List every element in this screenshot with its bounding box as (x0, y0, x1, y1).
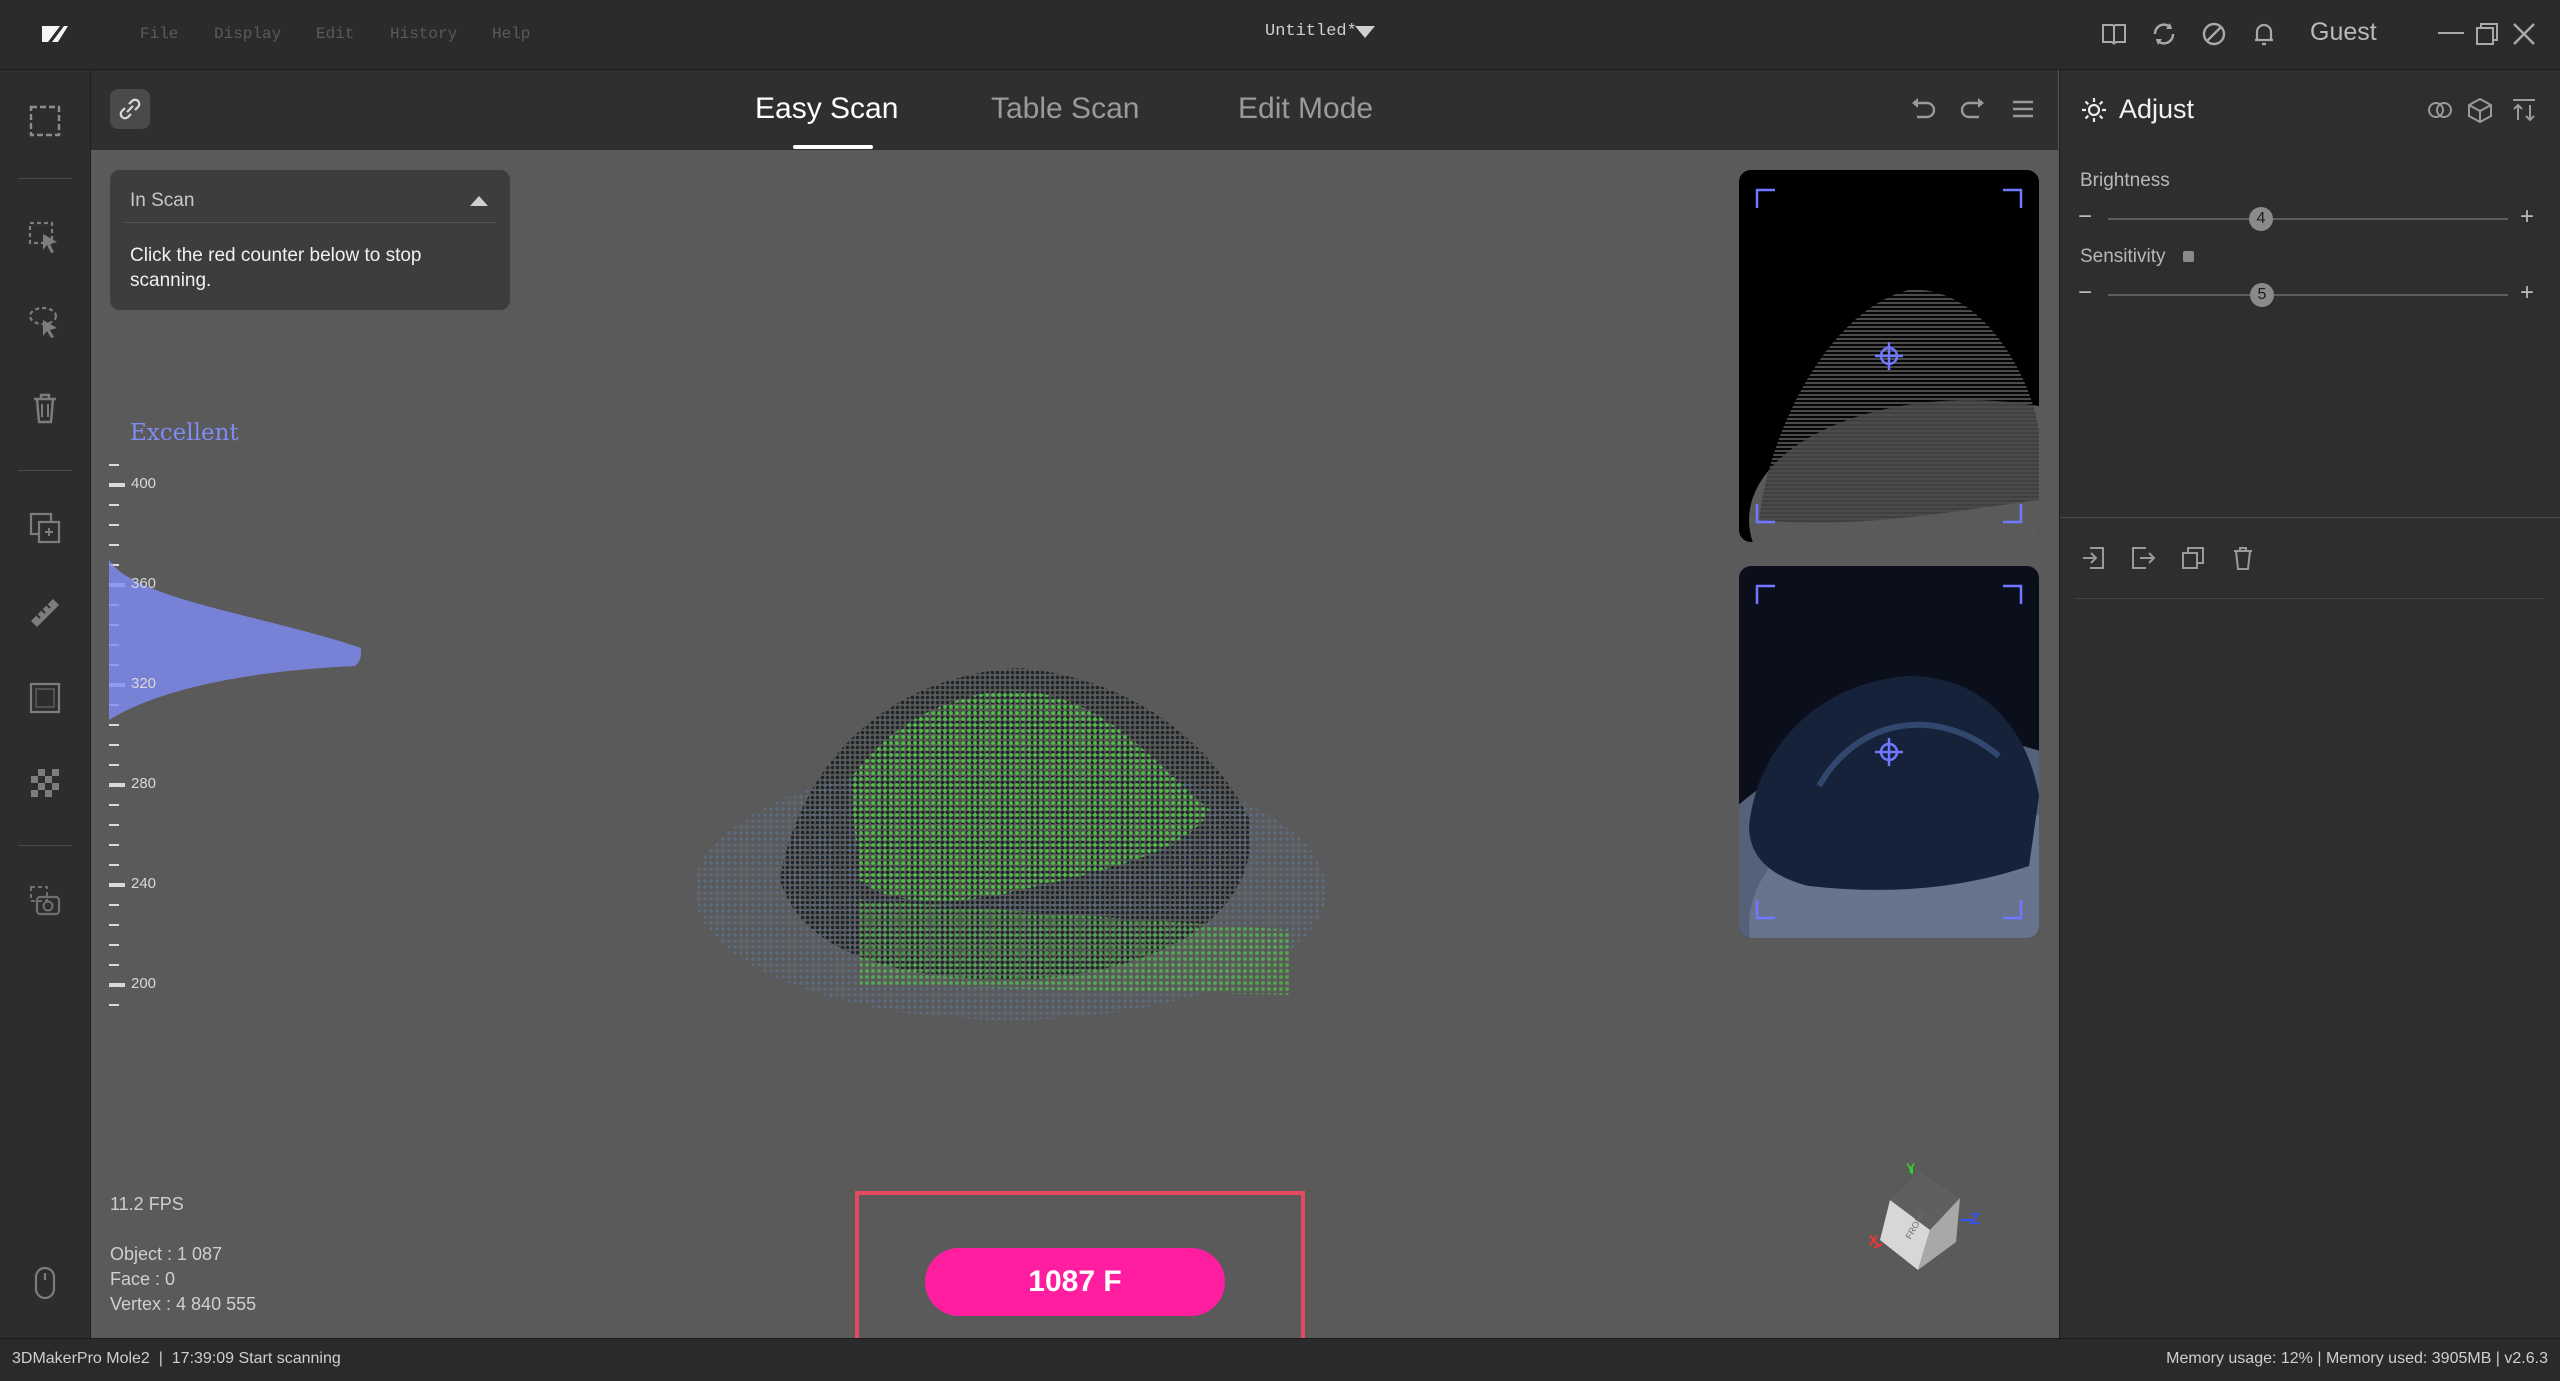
checker-icon[interactable] (27, 765, 63, 801)
rings-icon[interactable] (2426, 96, 2454, 124)
sensitivity-slider[interactable] (2108, 294, 2508, 296)
minimize-icon[interactable] (2438, 32, 2464, 34)
select-pointer-icon[interactable] (27, 220, 63, 256)
toolbar-divider (18, 470, 72, 471)
minus-icon[interactable]: − (2078, 279, 2092, 307)
layers-icon[interactable] (27, 510, 63, 546)
active-tab-indicator (793, 145, 873, 149)
axis-x-label: X (1869, 1232, 1879, 1248)
select-rect-icon[interactable] (27, 103, 63, 139)
sun-icon (2080, 96, 2108, 124)
document-title: Untitled* (1265, 22, 1357, 41)
gauge-tick-label: 360 (131, 575, 157, 592)
object-count: Object : 1 087 (110, 1244, 223, 1264)
export-icon[interactable] (2130, 545, 2156, 571)
ruler-icon[interactable] (27, 595, 63, 631)
menu-help[interactable]: Help (492, 25, 530, 43)
divider (125, 222, 495, 223)
plus-icon[interactable]: + (2520, 279, 2534, 307)
vertex-count: Vertex : 4 840 555 (110, 1294, 257, 1314)
distance-gauge (105, 460, 365, 1020)
scan-status-title: In Scan (130, 190, 195, 211)
axis-y-label: Y (1906, 1160, 1916, 1176)
cube-icon[interactable] (2466, 96, 2494, 124)
divider (2060, 517, 2560, 518)
toolbar-divider (18, 845, 72, 846)
gauge-tick-label: 400 (131, 475, 157, 492)
camera-preview-texture (1739, 170, 2039, 542)
collapse-icon[interactable] (470, 194, 488, 206)
menu-icon[interactable] (2008, 94, 2038, 124)
delete-icon[interactable] (2230, 545, 2256, 571)
mouse-icon[interactable] (27, 1265, 63, 1301)
camera-icon[interactable] (27, 883, 63, 919)
face-count: Face : 0 (110, 1269, 176, 1289)
camera-preview-depth (1739, 566, 2039, 938)
sort-icon[interactable] (2510, 96, 2538, 124)
menu-display[interactable]: Display (214, 25, 281, 43)
menu-history[interactable]: History (390, 25, 457, 43)
axis-z-label: Z (1970, 1211, 1980, 1228)
trash-icon[interactable] (27, 390, 63, 426)
gauge-tick-label: 200 (131, 975, 157, 992)
book-icon[interactable] (2098, 18, 2130, 50)
point-cloud-model[interactable] (690, 650, 1330, 1030)
toolbar-divider (18, 178, 72, 179)
scan-status-message: Click the red counter below to stop scan… (130, 245, 422, 291)
bell-icon[interactable] (2248, 18, 2280, 50)
menu-edit[interactable]: Edit (316, 25, 354, 43)
tab-edit-mode[interactable]: Edit Mode (1238, 92, 1373, 126)
minus-icon[interactable]: − (2078, 203, 2092, 231)
panel-title: Adjust (2119, 94, 2195, 124)
user-name[interactable]: Guest (2310, 18, 2377, 47)
tab-table-scan[interactable]: Table Scan (991, 92, 1139, 126)
fps-readout: 11.2 FPS (110, 1194, 184, 1214)
undo-icon[interactable] (1908, 94, 1938, 124)
frame-icon[interactable] (27, 680, 63, 716)
tab-easy-scan[interactable]: Easy Scan (755, 92, 898, 126)
duplicate-icon[interactable] (2180, 545, 2206, 571)
brightness-slider[interactable] (2108, 218, 2508, 220)
gauge-tick-label: 320 (131, 675, 157, 692)
maximize-icon[interactable] (2475, 22, 2499, 46)
redo-icon[interactable] (1958, 94, 1988, 124)
import-icon[interactable] (2080, 545, 2106, 571)
sync-icon[interactable] (2148, 18, 2180, 50)
brightness-slider-handle[interactable]: 4 (2249, 207, 2273, 231)
brightness-label: Brightness (2080, 170, 2170, 191)
divider (2075, 598, 2545, 599)
status-message: 3DMakerPro Mole2 | 17:39:09 Start scanni… (12, 1350, 341, 1367)
info-icon[interactable] (2183, 251, 2194, 262)
menu-file[interactable]: File (140, 25, 178, 43)
theme-icon[interactable] (2198, 18, 2230, 50)
plus-icon[interactable]: + (2520, 203, 2534, 231)
memory-status: Memory usage: 12% | Memory used: 3905MB … (2166, 1350, 2548, 1367)
sensitivity-slider-handle[interactable]: 5 (2250, 283, 2274, 307)
sensitivity-label: Sensitivity (2080, 246, 2166, 267)
scan-quality-label: Excellent (130, 420, 239, 446)
gauge-tick-label: 240 (131, 875, 157, 892)
app-logo-icon[interactable] (40, 22, 70, 44)
link-icon[interactable] (110, 89, 150, 129)
gauge-tick-label: 280 (131, 775, 157, 792)
chevron-down-icon[interactable] (1355, 26, 1375, 38)
lasso-icon[interactable] (27, 304, 63, 340)
stop-scan-counter-button[interactable]: 1087 F (925, 1248, 1225, 1316)
close-icon[interactable] (2512, 22, 2536, 46)
